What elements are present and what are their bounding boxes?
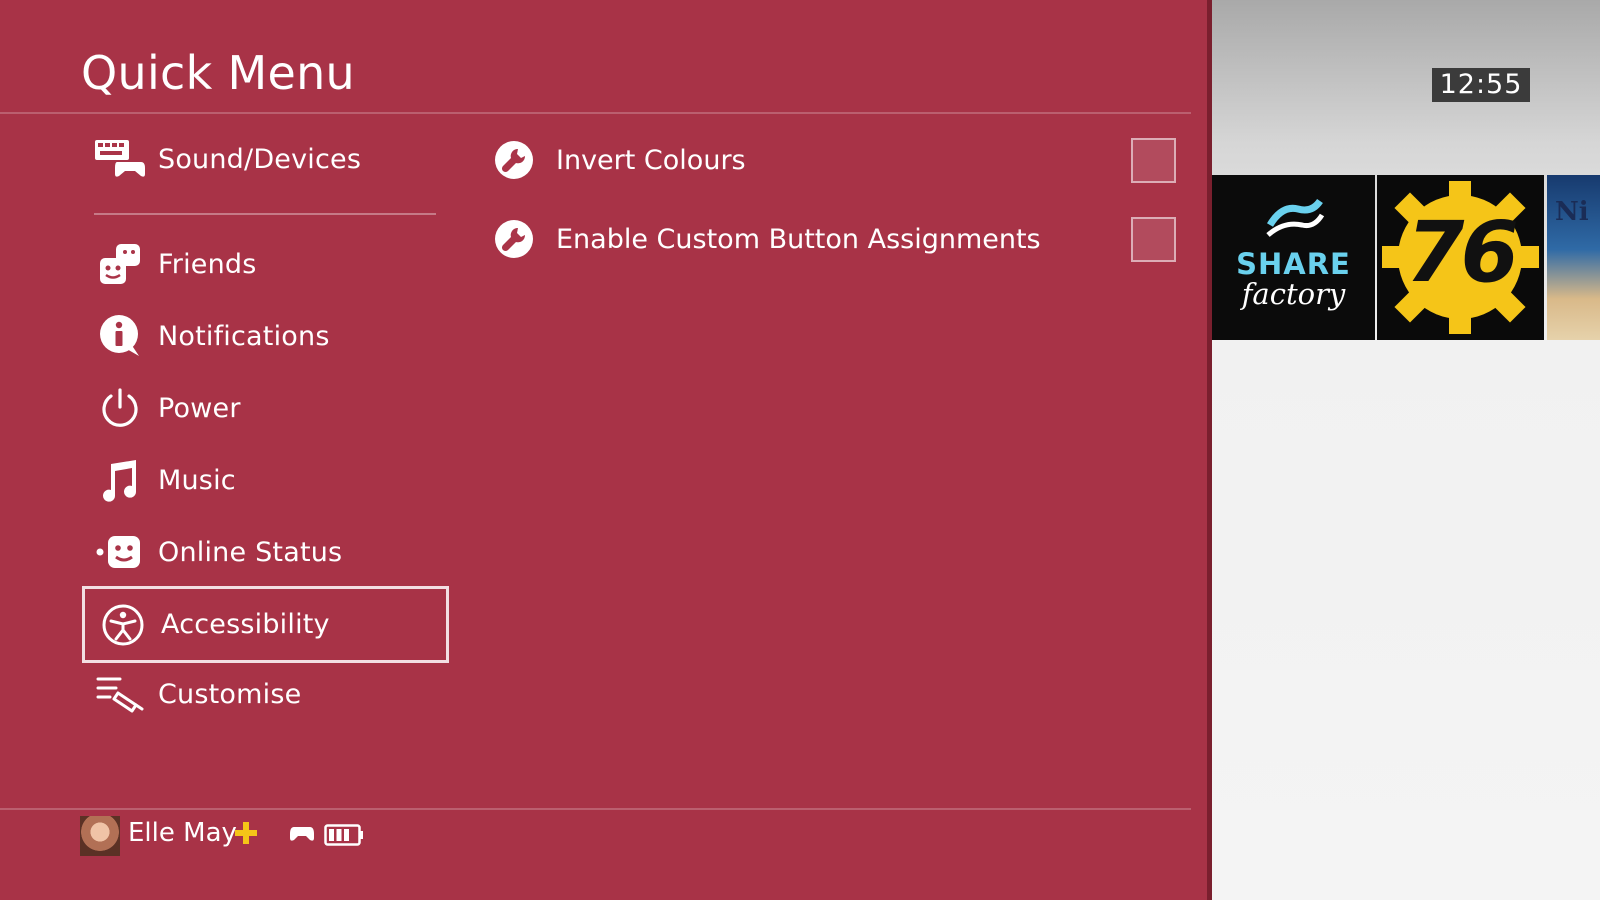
share-factory-title: SHARE: [1236, 247, 1351, 281]
battery-icon: [324, 824, 364, 850]
menu-item-music[interactable]: Music: [82, 444, 449, 516]
share-factory-logo-icon: [1266, 198, 1325, 237]
controller-icon: [290, 826, 314, 846]
fallout-76-tile[interactable]: 76: [1377, 175, 1544, 340]
game-tile-logo-text: Ni: [1555, 197, 1589, 227]
share-factory-tile[interactable]: SHARE factory: [1212, 175, 1375, 340]
option-enable-custom-button-assignments[interactable]: Enable Custom Button Assignments: [492, 209, 1172, 269]
menu-item-online-status[interactable]: Online Status: [82, 516, 449, 588]
panel-edge: [1207, 0, 1212, 900]
option-label: Enable Custom Button Assignments: [556, 223, 1041, 255]
menu-item-label: Sound/Devices: [158, 143, 362, 175]
customise-icon: [82, 664, 158, 724]
home-screen-background: [1212, 0, 1600, 900]
menu-item-accessibility[interactable]: Accessibility: [82, 586, 449, 663]
accessibility-icon: [85, 595, 161, 655]
menu-item-power[interactable]: Power: [82, 372, 449, 444]
menu-item-customise[interactable]: Customise: [82, 658, 449, 730]
power-icon: [82, 378, 158, 438]
menu-item-sound-devices[interactable]: Sound/Devices: [82, 123, 449, 195]
clock: 12:55: [1432, 68, 1530, 102]
footer-divider: [0, 808, 1191, 810]
menu-item-label: Friends: [158, 248, 257, 280]
menu-item-label: Online Status: [158, 536, 343, 568]
ps-plus-icon: [235, 822, 257, 848]
battery-cell: [344, 829, 349, 841]
wrench-icon: [492, 138, 536, 182]
share-factory-subtitle: factory: [1241, 277, 1346, 311]
keyboard-controller-icon: [82, 129, 158, 189]
fallout-76-logo-text: 76: [1406, 203, 1519, 301]
wrench-icon: [492, 217, 536, 261]
friends-icon: [82, 234, 158, 294]
menu-item-label: Power: [158, 392, 241, 424]
game-tile[interactable]: Ni: [1547, 175, 1600, 340]
menu-item-notifications[interactable]: Notifications: [82, 300, 449, 372]
menu-item-label: Music: [158, 464, 236, 496]
music-note-icon: [82, 450, 158, 510]
invert-colours-checkbox[interactable]: [1131, 138, 1176, 183]
title-divider: [0, 112, 1191, 114]
menu-item-label: Accessibility: [161, 609, 330, 640]
page-title: Quick Menu: [81, 46, 355, 100]
menu-separator: [94, 213, 436, 215]
menu-item-label: Notifications: [158, 320, 330, 352]
user-name: Elle May: [128, 818, 237, 848]
battery-cell: [329, 829, 334, 841]
menu-item-friends[interactable]: Friends: [82, 228, 449, 300]
custom-button-assignments-checkbox[interactable]: [1131, 217, 1176, 262]
menu-item-label: Customise: [158, 678, 302, 710]
online-status-icon: [82, 522, 158, 582]
avatar: [80, 816, 120, 856]
battery-cell: [336, 829, 342, 841]
option-label: Invert Colours: [556, 144, 746, 176]
notifications-icon: [82, 306, 158, 366]
option-invert-colours[interactable]: Invert Colours: [492, 130, 1172, 190]
